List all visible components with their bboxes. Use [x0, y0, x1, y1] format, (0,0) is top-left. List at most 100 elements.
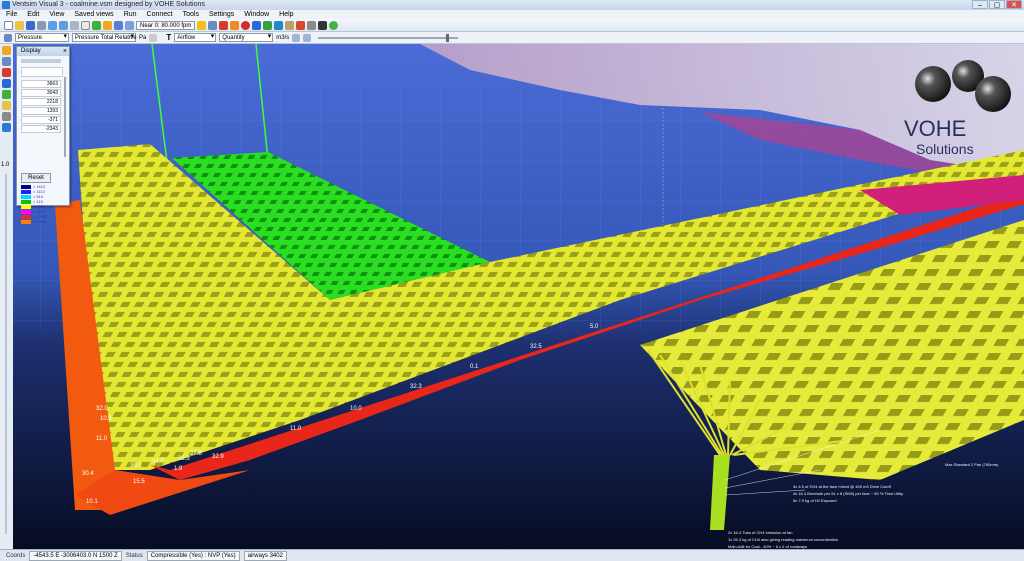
- range-value[interactable]: 3663: [21, 80, 61, 88]
- data-toolbar: Pressure Pressure Total Relative Pa T Ai…: [0, 32, 1024, 44]
- value-label: 10.1: [86, 499, 98, 505]
- heat-icon[interactable]: [230, 20, 240, 30]
- pan-icon[interactable]: [2, 101, 11, 110]
- range-value[interactable]: 2218: [21, 98, 61, 106]
- print-icon[interactable]: [37, 20, 46, 30]
- color-subdata-select[interactable]: Pressure Total Relative: [72, 33, 137, 42]
- vertical-slider[interactable]: [5, 174, 7, 534]
- level-icon[interactable]: [2, 79, 11, 88]
- status-mode: Compressible (Yes) : NVP (Yes): [146, 550, 240, 561]
- reset-button[interactable]: Reset: [21, 173, 51, 183]
- legend-swatch: [21, 189, 31, 194]
- annotation-1: 3x 4.5 of CH4 at the face mixed @ 400 m3…: [793, 484, 891, 489]
- add-icon[interactable]: [92, 20, 101, 30]
- select-icon[interactable]: [70, 20, 79, 30]
- rotate-icon[interactable]: [2, 112, 11, 121]
- copy-icon[interactable]: [114, 20, 123, 30]
- view-icon[interactable]: [81, 20, 90, 30]
- highlight-icon[interactable]: [2, 46, 11, 55]
- minimize-button[interactable]: –: [972, 0, 988, 9]
- info-icon[interactable]: [252, 20, 262, 30]
- window-controls: – ▢ ✕: [972, 0, 1022, 10]
- display-range-slider[interactable]: [64, 77, 66, 157]
- zoom-slider[interactable]: [318, 33, 459, 42]
- menu-settings[interactable]: Settings: [209, 10, 234, 19]
- settings-icon[interactable]: [307, 20, 317, 30]
- main-toolbar: Near 0: 80.000 fpm: [0, 19, 1024, 32]
- save-icon[interactable]: [26, 20, 35, 30]
- text-size-icon[interactable]: [303, 33, 312, 42]
- speed-select[interactable]: Near 0: 80.000 fpm: [136, 20, 196, 30]
- menu-edit[interactable]: Edit: [27, 10, 39, 19]
- display-field[interactable]: [21, 67, 63, 77]
- legend-swatch: [21, 214, 31, 219]
- range-value[interactable]: 1393: [21, 107, 61, 115]
- airway-count: airways 3402: [243, 550, 287, 561]
- annotation-5: 1x 26.3 kg of CH4 also giving reading ma…: [728, 537, 839, 542]
- range-value[interactable]: 3043: [21, 89, 61, 97]
- display-panel-header[interactable]: Display ×: [17, 47, 69, 56]
- redo-icon[interactable]: [59, 20, 68, 30]
- annotation-2: 4x 16.4 Borehole per 51 x 8 (SM5) per fa…: [793, 491, 904, 496]
- simulate-icon[interactable]: [274, 20, 284, 30]
- legend-swatch: [21, 209, 31, 214]
- zoom-slider-thumb[interactable]: [446, 33, 450, 42]
- maximize-button[interactable]: ▢: [989, 0, 1005, 9]
- annotation-4: 2x 16.4 Tubs of CH4 emission at fan: [728, 530, 793, 535]
- value-label: 30.3: [130, 463, 142, 469]
- filter-icon[interactable]: [2, 57, 11, 66]
- display-slider[interactable]: [21, 59, 61, 63]
- move-icon[interactable]: [125, 20, 134, 30]
- gas-icon[interactable]: [296, 20, 306, 30]
- tool-icon[interactable]: [208, 20, 218, 30]
- help-icon[interactable]: [329, 20, 339, 30]
- menu-view[interactable]: View: [49, 10, 64, 19]
- text-data-select[interactable]: Airflow: [174, 33, 217, 42]
- color-data-select[interactable]: Pressure: [15, 33, 69, 42]
- display-panel-title: Display: [21, 48, 41, 54]
- text-toggle-icon[interactable]: [292, 33, 301, 42]
- menu-tools[interactable]: Tools: [183, 10, 199, 19]
- range-value[interactable]: -371: [21, 116, 61, 124]
- block-icon[interactable]: [241, 20, 251, 30]
- brand-subname: Solutions: [916, 141, 974, 157]
- legend-item: > -1881: [21, 219, 65, 224]
- text-subdata-select[interactable]: Quantity: [219, 33, 274, 42]
- menu-connect[interactable]: Connect: [147, 10, 173, 19]
- undo-icon[interactable]: [48, 20, 57, 30]
- edit-icon[interactable]: [103, 20, 112, 30]
- value-label: 5.0: [590, 324, 599, 330]
- camera-icon[interactable]: [318, 20, 328, 30]
- text-data-icon: T: [166, 33, 172, 42]
- zoom-icon[interactable]: [2, 123, 11, 132]
- status-label: Status: [125, 552, 143, 559]
- contaminant-icon[interactable]: [285, 20, 295, 30]
- value-label: 34.0: [152, 459, 164, 465]
- viewport-3d[interactable]: 30.3 32.3 34.0 27.8 1.9 15.5 30.4 11.0 1…: [13, 44, 1024, 549]
- mine-model-view[interactable]: 30.3 32.3 34.0 27.8 1.9 15.5 30.4 11.0 1…: [13, 44, 1024, 549]
- fan-icon[interactable]: [263, 20, 273, 30]
- delete-icon[interactable]: [219, 20, 229, 30]
- layer-icon[interactable]: [2, 68, 11, 77]
- close-icon[interactable]: ×: [63, 47, 67, 56]
- legend-swatch: [21, 184, 31, 189]
- value-label: 32.9: [212, 454, 224, 460]
- range-value[interactable]: -2343: [21, 125, 61, 133]
- menu-file[interactable]: File: [6, 10, 17, 19]
- star-icon[interactable]: [197, 20, 207, 30]
- brand-name: VOHE: [904, 116, 967, 141]
- open-icon[interactable]: [15, 20, 24, 30]
- menu-run[interactable]: Run: [124, 10, 137, 19]
- color-options-icon[interactable]: [149, 33, 158, 42]
- menu-saved-views[interactable]: Saved views: [74, 10, 113, 19]
- close-button[interactable]: ✕: [1006, 0, 1022, 9]
- menu-bar: File Edit View Saved views Run Connect T…: [0, 10, 1024, 19]
- menu-help[interactable]: Help: [279, 10, 293, 19]
- menu-window[interactable]: Window: [244, 10, 269, 19]
- text-unit-label: m3/s: [276, 34, 290, 41]
- value-label: 32.5: [530, 344, 542, 350]
- value-label: 11.0: [290, 426, 302, 432]
- new-icon[interactable]: [4, 20, 13, 30]
- value-label: 0.1: [470, 364, 479, 370]
- group-icon[interactable]: [2, 90, 11, 99]
